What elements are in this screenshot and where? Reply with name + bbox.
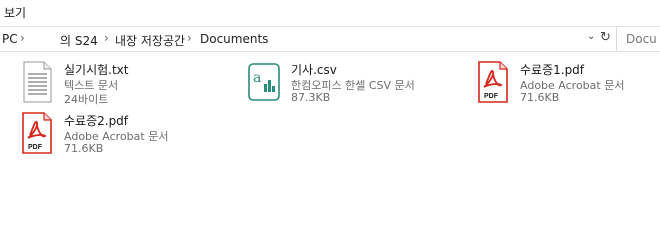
refresh-icon[interactable]: ↻ [600, 30, 611, 45]
file-name: 수료증1.pdf [520, 63, 585, 77]
breadcrumb-separator[interactable]: › [187, 31, 192, 45]
file-name: 실기시험.txt [64, 63, 129, 77]
file-item[interactable]: PDF 수료증1.pdf Adobe Acrobat 문서 71.6KB [476, 60, 656, 110]
chevron-down-icon[interactable]: ⌄ [587, 31, 595, 42]
breadcrumb[interactable]: PC › 의 S24 › 내장 저장공간 › Documents ⌄ ↻ [0, 27, 617, 51]
search-input[interactable]: Docu [620, 27, 660, 51]
file-item[interactable]: a 기사.csv 한컴오피스 한셀 CSV 문서 87.3KB [247, 60, 447, 110]
search-placeholder: Docu [626, 32, 657, 46]
breadcrumb-storage[interactable]: 내장 저장공간 [115, 32, 185, 49]
svg-text:a: a [253, 70, 261, 86]
file-item[interactable]: PDF 수료증2.pdf Adobe Acrobat 문서 71.6KB [20, 111, 220, 161]
address-bar: PC › 의 S24 › 내장 저장공간 › Documents ⌄ ↻ Doc… [0, 26, 660, 52]
breadcrumb-separator[interactable]: › [104, 31, 109, 45]
svg-text:PDF: PDF [484, 93, 499, 100]
menu-view[interactable]: 보기 [4, 4, 26, 21]
breadcrumb-separator[interactable]: › [20, 31, 25, 45]
file-name: 기사.csv [291, 63, 337, 77]
breadcrumb-pc[interactable]: PC [2, 32, 18, 46]
svg-text:PDF: PDF [28, 144, 43, 151]
file-item[interactable]: 실기시험.txt 텍스트 문서 24바이트 [20, 60, 220, 110]
pdf-file-icon: PDF [22, 112, 52, 154]
text-file-icon [23, 61, 52, 103]
breadcrumb-documents[interactable]: Documents [200, 32, 268, 46]
breadcrumb-device[interactable]: 의 S24 [60, 32, 98, 49]
file-size: 71.6KB [64, 142, 104, 155]
file-name: 수료증2.pdf [64, 114, 129, 128]
file-size: 24바이트 [64, 93, 109, 106]
menu-bar: 보기 [0, 0, 660, 24]
pdf-file-icon: PDF [478, 61, 508, 103]
file-size: 71.6KB [520, 91, 560, 104]
csv-file-icon: a [248, 63, 280, 101]
file-size: 87.3KB [291, 91, 331, 104]
